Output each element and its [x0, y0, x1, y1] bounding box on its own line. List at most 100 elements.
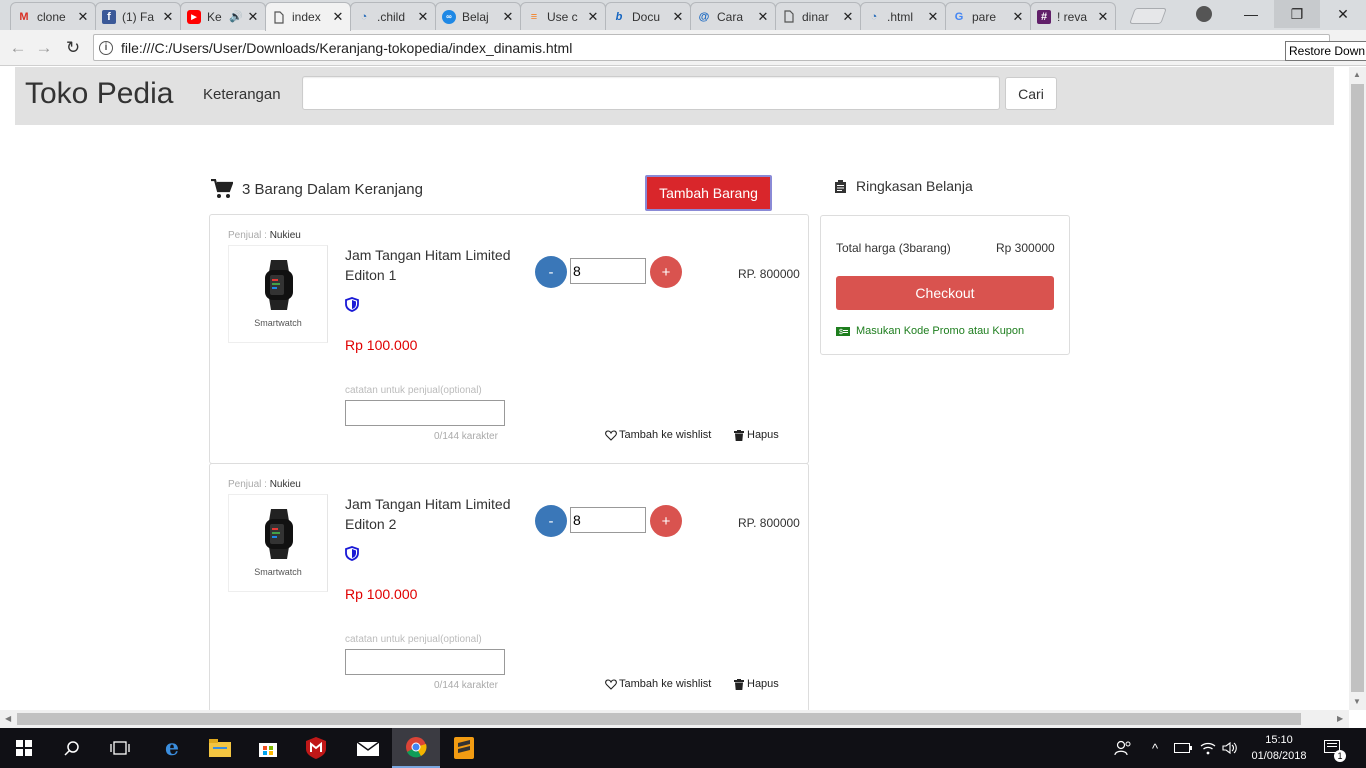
mcafee-button[interactable]	[292, 728, 340, 768]
browser-tab[interactable]: ▶ Ke 🔊 ✕	[180, 2, 266, 30]
browser-tab[interactable]: # ! reva ✕	[1030, 2, 1116, 30]
close-icon[interactable]: ✕	[77, 9, 89, 25]
seller-name[interactable]: Nukieu	[270, 230, 301, 241]
close-icon[interactable]: ✕	[162, 9, 174, 25]
browser-tab[interactable]: f (1) Fa ✕	[95, 2, 181, 30]
search-button[interactable]: Cari	[1005, 77, 1057, 110]
wishlist-button[interactable]: Tambah ke wishlist	[605, 678, 711, 690]
mail-button[interactable]	[344, 728, 392, 768]
browser-tab-active[interactable]: index ✕	[265, 2, 351, 31]
close-icon[interactable]: ✕	[417, 9, 429, 25]
close-window-button[interactable]: ✕	[1320, 0, 1366, 28]
decrease-qty-button[interactable]: -	[535, 505, 567, 537]
store-icon	[259, 743, 277, 757]
battery-icon[interactable]	[1174, 728, 1192, 768]
edge-button[interactable]: e	[148, 728, 196, 768]
scroll-left-icon[interactable]: ◀	[5, 714, 11, 723]
new-tab-button[interactable]	[1129, 8, 1167, 24]
summary-box: Total harga (3barang) Rp 300000 Checkout…	[820, 215, 1070, 355]
trash-icon	[734, 429, 744, 441]
close-icon[interactable]: ✕	[757, 9, 769, 25]
browser-tab[interactable]: @ Cara ✕	[690, 2, 776, 30]
start-button[interactable]	[0, 728, 48, 768]
close-icon[interactable]: ✕	[587, 9, 599, 25]
file-explorer-button[interactable]	[196, 728, 244, 768]
browser-tab[interactable]: ◔ .child ✕	[350, 2, 436, 30]
browser-tab[interactable]: ≡ Use c ✕	[520, 2, 606, 30]
quantity-input[interactable]: 8	[570, 507, 646, 533]
task-view-button[interactable]	[96, 728, 144, 768]
cart-item: Penjual : Nukieu Smartwatch Jam Tangan H…	[209, 463, 809, 710]
seller-name[interactable]: Nukieu	[270, 479, 301, 490]
delete-button[interactable]: Hapus	[734, 429, 779, 441]
browser-tab-strip: M clone ✕ f (1) Fa ✕ ▶ Ke 🔊 ✕ index ✕ ◔ …	[0, 0, 1366, 31]
wifi-icon[interactable]	[1200, 728, 1216, 768]
people-icon[interactable]	[1114, 728, 1132, 768]
close-icon[interactable]: ✕	[842, 9, 854, 25]
note-input[interactable]	[345, 649, 505, 675]
smartwatch-icon	[265, 260, 293, 310]
action-center-button[interactable]: 1	[1324, 728, 1346, 768]
close-icon[interactable]: ✕	[672, 9, 684, 25]
sublime-button[interactable]	[440, 728, 488, 768]
item-subtotal: RP. 800000	[738, 267, 800, 281]
browser-tab[interactable]: ∞ Belaj ✕	[435, 2, 521, 30]
cart-item: Penjual : Nukieu Smartwatch Jam Tangan H…	[209, 214, 809, 464]
address-bar[interactable]: i file:///C:/Users/User/Downloads/Keranj…	[93, 34, 1330, 61]
quantity-input[interactable]: 8	[570, 258, 646, 284]
clock-date: 01/08/2018	[1251, 750, 1307, 762]
search-icon	[64, 741, 79, 756]
horizontal-scrollbar[interactable]: ◀ ▶	[0, 710, 1349, 728]
scroll-down-icon[interactable]: ▼	[1353, 697, 1361, 706]
scroll-up-icon[interactable]: ▲	[1353, 70, 1361, 79]
browser-tab[interactable]: M clone ✕	[10, 2, 96, 30]
scroll-thumb[interactable]	[17, 713, 1301, 725]
add-item-button[interactable]: Tambah Barang	[645, 175, 772, 211]
decrease-qty-button[interactable]: -	[535, 256, 567, 288]
tab-title: Docu	[632, 9, 661, 24]
product-image[interactable]: Smartwatch	[228, 494, 328, 592]
volume-icon[interactable]	[1222, 728, 1238, 768]
product-name[interactable]: Jam Tangan Hitam Limited Editon 2	[345, 494, 525, 534]
speaker-icon[interactable]: 🔊	[229, 10, 243, 23]
image-caption: Smartwatch	[254, 567, 302, 577]
vertical-scrollbar[interactable]: ▲ ▼	[1349, 67, 1366, 710]
site-logo[interactable]: Toko Pedia	[25, 77, 173, 111]
browser-tab[interactable]: dinar ✕	[775, 2, 861, 30]
close-icon[interactable]: ✕	[927, 9, 939, 25]
increase-qty-button[interactable]: +	[650, 256, 682, 288]
browser-tab[interactable]: b Docu ✕	[605, 2, 691, 30]
close-icon[interactable]: ✕	[502, 9, 514, 25]
close-icon[interactable]: ✕	[1097, 9, 1109, 25]
store-button[interactable]	[244, 728, 292, 768]
delete-button[interactable]: Hapus	[734, 678, 779, 690]
promo-link[interactable]: $ Masukan Kode Promo atau Kupon	[836, 325, 1024, 337]
browser-tab[interactable]: G pare ✕	[945, 2, 1031, 30]
increase-qty-button[interactable]: +	[650, 505, 682, 537]
delete-label: Hapus	[747, 429, 779, 441]
product-image[interactable]: Smartwatch	[228, 245, 328, 343]
system-clock[interactable]: 15:10 01/08/2018	[1244, 732, 1314, 764]
note-input[interactable]	[345, 400, 505, 426]
info-icon[interactable]: i	[99, 40, 113, 55]
close-icon[interactable]: ✕	[1012, 9, 1024, 25]
scroll-thumb[interactable]	[1351, 84, 1364, 692]
wishlist-button[interactable]: Tambah ke wishlist	[605, 429, 711, 441]
chrome-button[interactable]	[392, 728, 440, 768]
scroll-right-icon[interactable]: ▶	[1337, 714, 1343, 723]
chevron-up-icon[interactable]: ^	[1152, 728, 1158, 768]
reload-button[interactable]: ↻	[62, 37, 84, 59]
search-button[interactable]	[48, 728, 96, 768]
checkout-button[interactable]: Checkout	[836, 276, 1054, 310]
forward-button[interactable]: →	[33, 37, 55, 59]
sublime-icon	[454, 737, 474, 759]
product-name[interactable]: Jam Tangan Hitam Limited Editon 1	[345, 245, 525, 285]
browser-tab[interactable]: ◔ .html ✕	[860, 2, 946, 30]
back-button[interactable]: ←	[7, 37, 29, 59]
close-icon[interactable]: ✕	[247, 9, 259, 25]
minimize-button[interactable]: —	[1228, 0, 1274, 28]
close-icon[interactable]: ✕	[332, 9, 344, 25]
profile-icon[interactable]	[1196, 6, 1212, 22]
search-input[interactable]	[302, 76, 1000, 110]
restore-down-button[interactable]: ❐	[1274, 0, 1320, 28]
